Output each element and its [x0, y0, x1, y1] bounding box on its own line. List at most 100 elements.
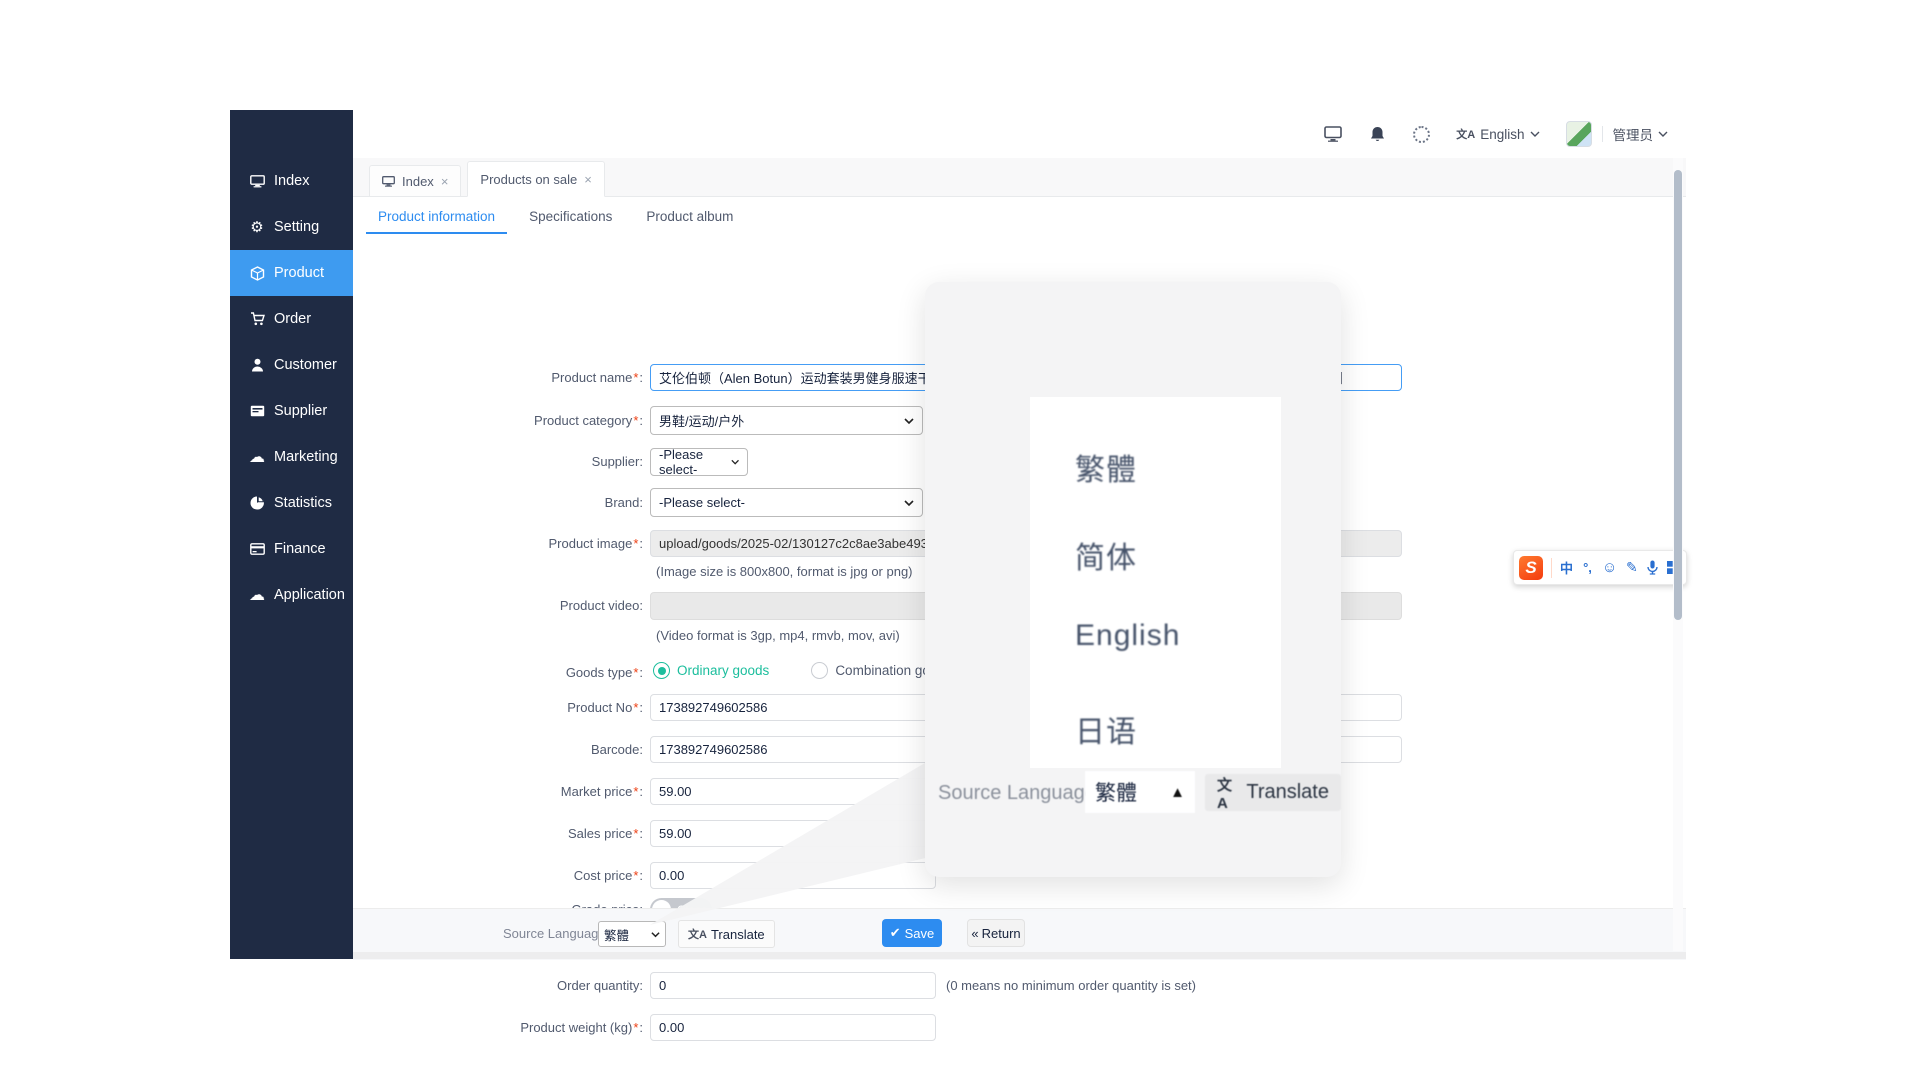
source-language-label: Source Language [503, 926, 606, 941]
sidebar-item-label: Supplier [274, 403, 328, 419]
source-language-select[interactable]: 繁體 [598, 921, 666, 947]
chevron-down-icon [904, 499, 914, 506]
chevron-down-icon [1658, 131, 1668, 137]
chinese-mode-icon[interactable]: 中 [1560, 558, 1573, 577]
sidebar-item-application[interactable]: ☁ Application [230, 572, 353, 618]
field-label: Market price*: [560, 784, 643, 799]
cloud-icon: ☁ [249, 587, 265, 604]
card-icon [249, 403, 265, 419]
field-label: Goods type*: [565, 665, 643, 680]
sidebar-item-statistics[interactable]: Statistics [230, 480, 353, 526]
field-label: Product weight (kg)*: [520, 1020, 643, 1035]
chevron-down-icon [1530, 131, 1539, 137]
return-button[interactable]: «Return [967, 919, 1025, 947]
source-language-label: Source Language [938, 782, 1096, 804]
translate-icon: 文A [688, 929, 707, 941]
field-label: Product No*: [567, 700, 643, 715]
punctuation-icon[interactable]: °, [1581, 560, 1594, 575]
sidebar-item-label: Statistics [274, 495, 333, 511]
language-option[interactable]: 日语 [1075, 707, 1137, 751]
monitor-icon[interactable] [1324, 125, 1343, 143]
cart-icon [249, 311, 265, 327]
emoji-icon[interactable]: ☺ [1602, 559, 1617, 576]
tab-product-album[interactable]: Product album [634, 200, 745, 233]
field-label: Barcode: [590, 742, 643, 757]
field-label: Cost price*: [573, 868, 643, 883]
sidebar-item-index[interactable]: Index [230, 158, 353, 204]
sidebar-item-setting[interactable]: ⚙ Setting [230, 204, 353, 250]
chevron-down-icon [651, 931, 660, 937]
sidebar-item-customer[interactable]: Customer [230, 342, 353, 388]
product-weight-input[interactable] [650, 1014, 936, 1041]
sidebar: Index ⚙ Setting Product Order Customer Supplie… [230, 110, 353, 959]
pie-icon [249, 495, 265, 511]
radio-ordinary-goods[interactable]: Ordinary goods [653, 662, 769, 679]
sidebar-item-label: Product [274, 265, 324, 281]
sidebar-item-order[interactable]: Order [230, 296, 353, 342]
brand-select[interactable]: -Please select- [650, 488, 923, 517]
chevron-down-icon [731, 459, 739, 465]
tab-product-information[interactable]: Product information [366, 200, 508, 234]
sidebar-item-label: Customer [274, 357, 337, 373]
loading-spinner-icon[interactable] [1412, 125, 1430, 143]
app-window: Index ⚙ Setting Product Order Customer Supplie… [230, 110, 1687, 1041]
cloud-icon: ☁ [249, 587, 265, 604]
avatar[interactable] [1565, 121, 1592, 147]
microphone-icon[interactable] [1646, 560, 1659, 575]
tab-label: Index [402, 173, 434, 189]
order-quantity-input[interactable] [650, 972, 936, 999]
sidebar-item-label: Setting [274, 219, 320, 235]
language-option[interactable]: English [1075, 619, 1180, 653]
tab-products-on-sale[interactable]: Products on sale × [467, 161, 605, 197]
topbar: 文A English 管理员 [353, 110, 1686, 158]
pencil-icon[interactable]: ✎ [1625, 559, 1638, 576]
language-magnifier-popup: 繁體简体 English 日语 Source Language 繁體 ▲ 文A Tran… [925, 282, 1341, 877]
sidebar-item-product[interactable]: Product [230, 250, 353, 296]
chevron-down-icon [904, 417, 914, 424]
category-select[interactable]: 男鞋/运动/户外 [650, 406, 923, 435]
supplier-select[interactable]: -Please select- [650, 447, 748, 477]
field-label: Product image*: [548, 536, 643, 551]
scrollbar-thumb[interactable] [1674, 170, 1682, 620]
video-hint: (Video format is 3gp, mp4, rmvb, mov, av… [656, 628, 900, 643]
language-options-list: 繁體简体 English 日语 [1030, 397, 1281, 768]
close-icon[interactable]: × [441, 174, 449, 189]
user-menu[interactable]: 管理员 [1613, 124, 1669, 144]
tab-bar: Index × Products on sale × [353, 158, 1686, 197]
field-label: Sales price*: [568, 826, 643, 841]
field-label: Supplier: [591, 454, 643, 469]
sidebar-item-label: Application [274, 587, 345, 603]
box-icon [249, 265, 265, 281]
credit-card-icon [249, 541, 265, 557]
save-button[interactable]: ✔ Save [882, 919, 942, 947]
translate-button[interactable]: 文A Translate [1205, 774, 1341, 812]
language-switcher[interactable]: 文A English [1456, 126, 1539, 142]
translate-icon: 文A [1217, 776, 1233, 812]
source-language-select[interactable]: 繁體 ▲ [1085, 771, 1195, 813]
close-icon[interactable]: × [584, 172, 592, 187]
sidebar-item-marketing[interactable]: ☁ Marketing [230, 434, 353, 480]
field-label: Product video: [559, 598, 643, 613]
tab-label: Products on sale [480, 171, 578, 187]
sogou-logo-icon[interactable]: S [1519, 555, 1543, 580]
field-label: Brand: [604, 495, 643, 510]
window-bottom-edge [353, 952, 1686, 959]
sidebar-item-finance[interactable]: Finance [230, 526, 353, 572]
sidebar-item-supplier[interactable]: Supplier [230, 388, 353, 434]
tab-index[interactable]: Index × [369, 165, 462, 196]
language-option[interactable]: 繁體 [1075, 445, 1137, 489]
tab-specifications[interactable]: Specifications [517, 200, 624, 233]
translate-icon: 文A [1456, 129, 1476, 141]
monitor-icon [382, 175, 395, 187]
sidebar-item-label: Finance [274, 541, 326, 557]
language-option[interactable]: 简体 [1075, 533, 1137, 577]
image-hint: (Image size is 800x800, format is jpg or… [656, 564, 913, 579]
order-quantity-hint: (0 means no minimum order quantity is se… [946, 978, 1196, 993]
subtab-bar: Product information Specifications Produ… [353, 196, 1686, 236]
cloud-icon: ☁ [249, 449, 265, 466]
check-icon: ✔ [889, 925, 901, 940]
bell-icon[interactable] [1368, 125, 1386, 143]
radio-dot [653, 662, 670, 679]
gear-icon: ⚙ [250, 219, 264, 236]
translate-button[interactable]: 文A Translate [678, 920, 775, 948]
